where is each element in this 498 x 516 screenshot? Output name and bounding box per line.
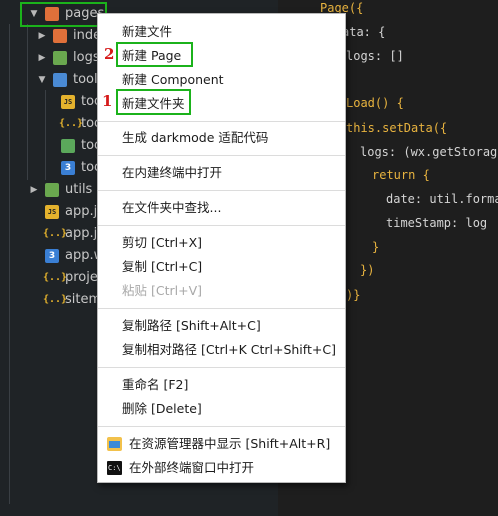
tree-item-utils[interactable]: ▶ utils	[0, 179, 100, 201]
menu-separator	[98, 225, 345, 226]
code-line: timeStamp: log	[386, 216, 488, 230]
code-line: ata: {	[342, 25, 386, 39]
tree-item-file[interactable]: {..} projec	[0, 267, 105, 289]
menu-item-open-external-terminal[interactable]: C:\ 在外部终端窗口中打开	[98, 456, 345, 480]
menu-item-label: 在资源管理器中显示 [Shift+Alt+R]	[129, 436, 331, 451]
pages-highlight-box	[20, 2, 107, 27]
menu-item-new-file[interactable]: 新建文件	[98, 20, 345, 44]
tree-item-file[interactable]: too	[0, 135, 102, 157]
json-file-icon: {..}	[43, 294, 68, 305]
tree-item-file[interactable]: {..} too	[0, 113, 102, 135]
folder-icon	[45, 183, 59, 197]
tree-item-file[interactable]: JS too	[0, 91, 102, 113]
menu-separator	[98, 426, 345, 427]
tree-item-label: logs	[73, 50, 100, 65]
tree-item-file[interactable]: {..} sitem	[0, 289, 102, 311]
menu-item-open-terminal[interactable]: 在内建终端中打开	[98, 161, 345, 185]
json-file-icon: {..}	[43, 272, 68, 283]
code-line: Load() {	[346, 96, 404, 110]
code-line: this.setData({	[346, 121, 448, 135]
code-line: logs: (wx.getStorageS	[360, 145, 498, 159]
tree-item-label: utils	[65, 182, 93, 197]
menu-item-reveal-in-explorer[interactable]: 在资源管理器中显示 [Shift+Alt+R]	[98, 432, 345, 456]
json-file-icon: {..}	[59, 118, 84, 129]
json-file-icon: {..}	[43, 228, 68, 239]
code-line: return {	[372, 168, 430, 182]
menu-separator	[98, 121, 345, 122]
js-file-icon: JS	[45, 205, 59, 219]
menu-item-cut[interactable]: 剪切 [Ctrl+X]	[98, 231, 345, 255]
chevron-down-icon[interactable]: ▼	[36, 69, 48, 91]
menu-item-copy-relative-path[interactable]: 复制相对路径 [Ctrl+K Ctrl+Shift+C]	[98, 338, 345, 362]
wxss-file-icon: 3	[45, 249, 59, 263]
menu-separator	[98, 308, 345, 309]
menu-item-label: 在外部终端窗口中打开	[129, 460, 255, 475]
tree-item-file[interactable]: 3 app.w	[0, 245, 104, 267]
folder-icon	[53, 29, 67, 43]
menu-item-find-in-folder[interactable]: 在文件夹中查找...	[98, 196, 345, 220]
chevron-right-icon[interactable]: ▶	[28, 179, 40, 201]
terminal-icon: C:\	[107, 461, 122, 475]
new-page-highlight-box	[116, 42, 193, 67]
menu-separator	[98, 190, 345, 191]
context-menu: 新建文件 新建 Page 新建 Component 新建文件夹 生成 darkm…	[97, 13, 346, 483]
new-folder-highlight-box	[116, 89, 191, 115]
code-line: })	[360, 263, 375, 277]
code-line: logs: []	[346, 49, 404, 63]
wxml-file-icon	[61, 139, 75, 153]
chevron-right-icon[interactable]: ▶	[36, 25, 48, 47]
menu-separator	[98, 155, 345, 156]
wxss-file-icon: 3	[61, 161, 75, 175]
tree-item-file[interactable]: 3 too	[0, 157, 102, 179]
code-line: date: util.formatT	[386, 192, 498, 206]
file-explorer-icon	[107, 437, 122, 451]
tree-item-tools[interactable]: ▼ tools	[0, 69, 104, 91]
menu-item-delete[interactable]: 删除 [Delete]	[98, 397, 345, 421]
code-line: )}	[346, 288, 361, 302]
menu-item-paste: 粘贴 [Ctrl+V]	[122, 283, 202, 298]
step-number-1: 1	[102, 92, 113, 110]
step-number-2: 2	[104, 45, 115, 63]
tree-item-file[interactable]: JS app.js	[0, 201, 104, 223]
menu-item-copy[interactable]: 复制 [Ctrl+C]	[98, 255, 345, 279]
folder-icon	[53, 73, 67, 87]
tree-item-logs[interactable]: ▶ logs	[0, 47, 100, 69]
tree-item-file[interactable]: {..} app.js	[0, 223, 104, 245]
chevron-right-icon[interactable]: ▶	[36, 47, 48, 69]
menu-item-copy-path[interactable]: 复制路径 [Shift+Alt+C]	[98, 314, 345, 338]
folder-icon	[53, 51, 67, 65]
menu-separator	[98, 367, 345, 368]
code-line: }	[372, 240, 380, 254]
menu-item-rename[interactable]: 重命名 [F2]	[98, 373, 345, 397]
tree-item-index[interactable]: ▶ inde	[0, 25, 101, 47]
menu-item-darkmode[interactable]: 生成 darkmode 适配代码	[98, 126, 345, 150]
tree-item-label: sitem	[65, 292, 102, 307]
js-file-icon: JS	[61, 95, 75, 109]
